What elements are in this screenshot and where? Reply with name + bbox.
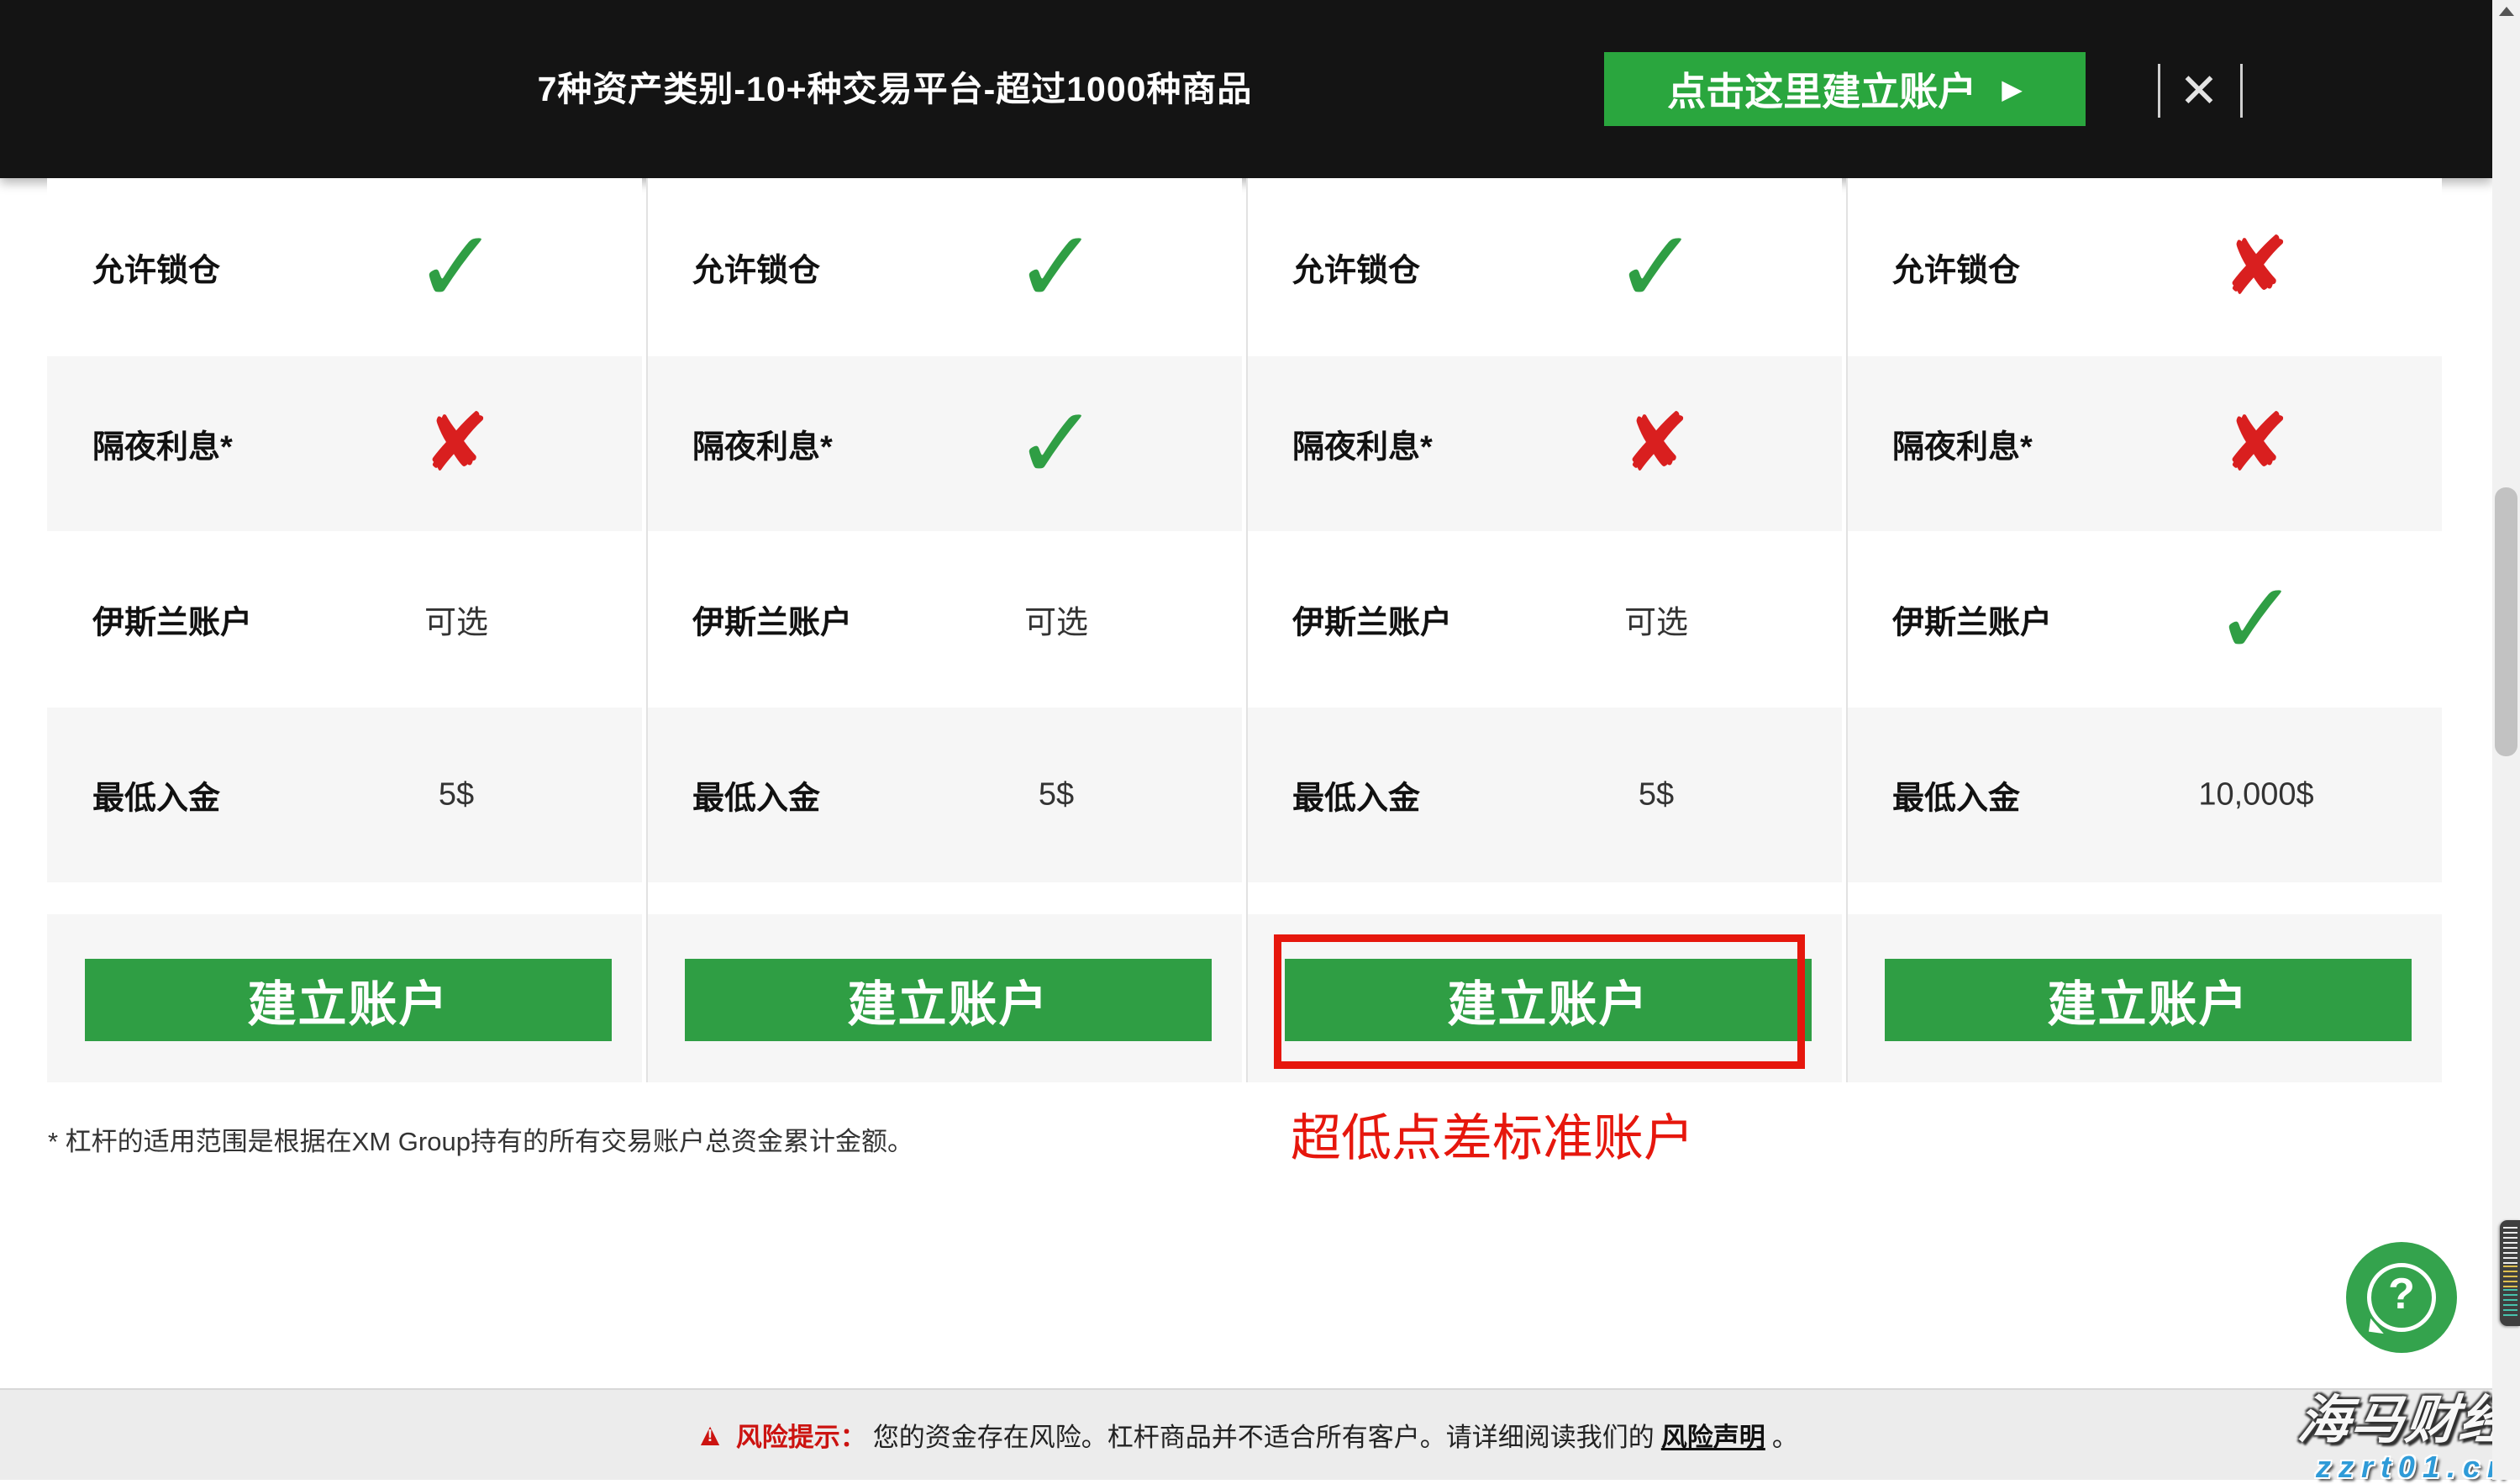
row-label: 最低入金 [1292, 772, 1420, 818]
risk-body: 您的资金存在风险。杠杆商品并不适合所有客户。请详细阅读我们的 [873, 1416, 1655, 1454]
table-row: 最低入金 5$ [47, 708, 642, 882]
table-row: 隔夜利息* ✘ [1847, 356, 2442, 531]
arrow-right-icon: ▶ [2002, 76, 2023, 103]
warning-icon: ▲ [694, 1419, 726, 1451]
row-gap [1847, 882, 2442, 914]
row-value-icon: ✓ [1014, 393, 1099, 494]
row-label: 隔夜利息* [692, 421, 833, 467]
row-gap [647, 882, 1242, 914]
row-value-icon: ✓ [1614, 217, 1699, 318]
table-row: 伊斯兰账户 可选 [47, 531, 642, 708]
banner-title: 7种资产类别-10+种交易平台-超过1000种商品 [0, 0, 1790, 178]
row-value: 可选 [424, 597, 488, 643]
row-label: 最低入金 [1892, 772, 2020, 818]
create-account-cta-button[interactable]: 点击这里建立账户 ▶ [1604, 52, 2086, 126]
help-button[interactable]: ? [2346, 1242, 2457, 1353]
row-value-icon: ✓ [2214, 569, 2299, 670]
scroll-minimap-widget[interactable] [2500, 1220, 2520, 1326]
row-value-icon: ✘ [1623, 403, 1690, 484]
table-row: 隔夜利息* ✘ [47, 356, 642, 531]
create-account-button-1[interactable]: 建立账户 [85, 959, 612, 1041]
row-label: 允许锁仓 [1292, 245, 1420, 291]
table-row: 隔夜利息* ✘ [1247, 356, 1842, 531]
account-column-2: 允许锁仓 ✓ 隔夜利息* ✓ 伊斯兰账户 可选 最低入金 5$ [647, 178, 1242, 1082]
minimap-stripes-teal [2503, 1289, 2517, 1319]
column-divider [1246, 178, 1248, 1082]
row-label: 最低入金 [692, 772, 820, 818]
column-divider [1846, 178, 1848, 1082]
close-icon[interactable]: ✕ [2175, 61, 2223, 121]
table-row: 最低入金 5$ [647, 708, 1242, 882]
table-row: 最低入金 10,000$ [1847, 708, 2442, 882]
table-row: 允许锁仓 ✓ [647, 178, 1242, 356]
row-value: 5$ [439, 777, 474, 813]
risk-statement-link[interactable]: 风险声明 [1661, 1416, 1765, 1454]
row-label: 伊斯兰账户 [692, 597, 852, 643]
row-label: 伊斯兰账户 [1892, 597, 2052, 643]
leverage-footnote: * 杠杆的适用范围是根据在XM Group持有的所有交易账户总资金累计金额。 [48, 1120, 913, 1158]
question-mark-icon: ? [2388, 1269, 2415, 1319]
risk-warning-line: ▲ 风险提示： 您的资金存在风险。杠杆商品并不适合所有客户。请详细阅读我们的风险… [0, 1390, 2492, 1480]
row-gap [47, 882, 642, 914]
row-value: 10,000$ [2198, 777, 2313, 813]
table-row: 伊斯兰账户 可选 [647, 531, 1242, 708]
highlight-annotation: 超低点差标准账户 [1291, 1097, 1694, 1171]
row-label: 允许锁仓 [692, 245, 820, 291]
highlight-rectangle [1274, 934, 1805, 1069]
row-label: 允许锁仓 [1892, 245, 2020, 291]
cta-label: 点击这里建立账户 [1667, 61, 1976, 117]
promo-banner: 7种资产类别-10+种交易平台-超过1000种商品 点击这里建立账户 ▶ ✕ [0, 0, 2492, 178]
row-value-icon: ✘ [423, 403, 490, 484]
row-label: 伊斯兰账户 [1292, 597, 1452, 643]
row-value-icon: ✘ [2223, 227, 2290, 308]
create-account-button-2[interactable]: 建立账户 [685, 959, 1212, 1041]
row-value-icon: ✘ [2223, 403, 2290, 484]
table-row: 隔夜利息* ✓ [647, 356, 1242, 531]
row-label: 隔夜利息* [92, 421, 233, 467]
row-value-icon: ✓ [414, 217, 499, 318]
scrollbar-up-arrow[interactable] [2499, 7, 2514, 16]
minimap-stripes-white [2503, 1227, 2517, 1264]
risk-warning-bar: ▲ 风险提示： 您的资金存在风险。杠杆商品并不适合所有客户。请详细阅读我们的风险… [0, 1388, 2492, 1480]
row-value: 可选 [1024, 597, 1088, 643]
row-label: 隔夜利息* [1892, 421, 2033, 467]
divider [2158, 64, 2160, 118]
row-label: 伊斯兰账户 [92, 597, 252, 643]
table-row: 允许锁仓 ✓ [47, 178, 642, 356]
row-label: 最低入金 [92, 772, 220, 818]
row-value-icon: ✓ [1014, 217, 1099, 318]
table-row: 伊斯兰账户 ✓ [1847, 531, 2442, 708]
account-column-1: 允许锁仓 ✓ 隔夜利息* ✘ 伊斯兰账户 可选 最低入金 5$ [47, 178, 642, 1082]
row-label: 允许锁仓 [92, 245, 220, 291]
table-row: 允许锁仓 ✓ [1247, 178, 1842, 356]
risk-suffix: 。 [1772, 1416, 1798, 1454]
account-column-4: 允许锁仓 ✘ 隔夜利息* ✘ 伊斯兰账户 ✓ 最低入金 10,000$ [1847, 178, 2442, 1082]
table-row: 允许锁仓 ✘ [1847, 178, 2442, 356]
create-account-button-4[interactable]: 建立账户 [1885, 959, 2412, 1041]
scrollbar-thumb[interactable] [2495, 487, 2517, 756]
minimap-stripes-yellow [2503, 1266, 2517, 1287]
table-row: 最低入金 5$ [1247, 708, 1842, 882]
column-divider [646, 178, 648, 1082]
row-value: 可选 [1624, 597, 1688, 643]
table-row: 伊斯兰账户 可选 [1247, 531, 1842, 708]
divider [2240, 64, 2243, 118]
row-value: 5$ [1039, 777, 1074, 813]
row-label: 隔夜利息* [1292, 421, 1433, 467]
row-gap [1247, 882, 1842, 914]
risk-label: 风险提示： [736, 1416, 866, 1454]
row-value: 5$ [1639, 777, 1674, 813]
